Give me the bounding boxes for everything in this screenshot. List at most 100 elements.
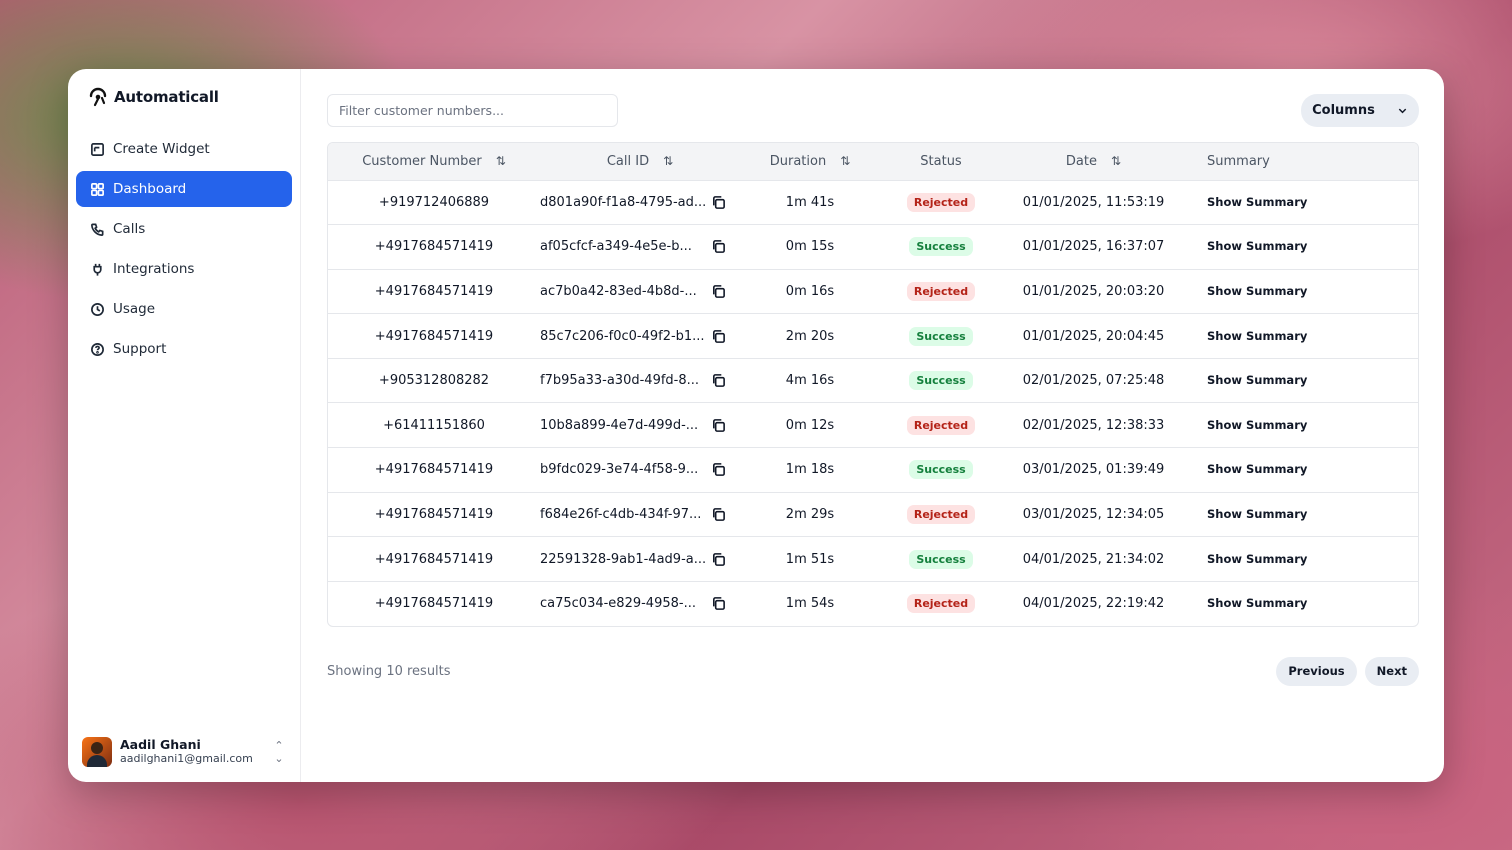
call-id-text: d801a90f-f1a8-4795-ad... [540,194,707,210]
previous-button[interactable]: Previous [1276,656,1357,686]
dashboard-grid-icon [91,182,104,196]
header-call-id[interactable]: Call ID ⇅ [540,143,740,180]
table-row: +919712406889 d801a90f-f1a8-4795-ad... 1m … [328,180,1418,225]
duration-cell: 1m 54s [785,596,835,612]
status-cell: Success [880,358,1002,403]
summary-cell: Show Summary [1185,225,1418,270]
customer-number-cell: +4917684571419 [374,506,494,522]
date-cell: 04/01/2025, 21:34:02 [1022,551,1165,567]
duration-cell: 0m 12s [785,417,835,433]
header-duration[interactable]: Duration ⇅ [740,143,880,180]
date-cell: 02/01/2025, 12:38:33 [1022,417,1165,433]
table-row: +4917684571419 85c7c206-f0c0-49f2-b1... 2m… [328,313,1418,359]
call-id-cell: d801a90f-f1a8-4795-ad... [540,180,740,225]
header-customer-number[interactable]: Customer Number ⇅ [328,143,540,180]
table-row: +905312808282 f7b95a33-a30d-49fd-8... 4m 1… [328,358,1418,403]
plug-icon [93,263,102,276]
table-header-row: Customer Number ⇅ Call ID ⇅ Duration ⇅ Stat… [328,143,1418,180]
widget-icon [91,142,104,156]
sort-icon[interactable]: ⇅ [663,154,673,168]
status-cell: Success [880,225,1002,270]
status-badge: Rejected [906,192,976,212]
call-id-cell: f7b95a33-a30d-49fd-8... [540,358,740,403]
status-cell: Rejected [880,581,1002,626]
summary-cell: Show Summary [1185,269,1418,314]
columns-button[interactable]: Columns [1301,94,1419,127]
copy-icon[interactable] [711,462,726,477]
customer-number-cell: +4917684571419 [374,551,494,567]
status-badge: Success [909,326,973,346]
table-row: +4917684571419 22591328-9ab1-4ad9-a... 1m … [328,536,1418,582]
show-summary-link[interactable]: Show Summary [1207,329,1307,343]
sidebar-item-support[interactable]: Support [76,331,292,367]
call-id-cell: af05cfcf-a349-4e5e-b... [540,225,740,270]
avatar [82,737,112,767]
status-cell: Success [880,537,1002,582]
call-id-cell: 22591328-9ab1-4ad9-a... [540,537,740,582]
table-row: +4917684571419 b9fdc029-3e74-4f58-9... 1m … [328,447,1418,493]
status-badge: Success [909,371,973,391]
show-summary-link[interactable]: Show Summary [1207,507,1307,521]
sort-icon[interactable]: ⇅ [840,154,850,168]
user-menu[interactable]: Aadil Ghani aadilghani1@gmail.com ⌃ ⌄ [82,736,286,768]
columns-button-label: Columns [1312,103,1375,118]
header-label: Customer Number [362,153,482,169]
show-summary-link[interactable]: Show Summary [1207,418,1307,432]
sidebar-item-usage[interactable]: Usage [76,291,292,327]
status-badge: Success [909,460,973,480]
sidebar: Automaticall Create Widget Dashboard Cal… [68,69,301,782]
summary-cell: Show Summary [1185,403,1418,448]
copy-icon[interactable] [711,596,726,611]
copy-icon[interactable] [711,552,726,567]
duration-cell: 0m 15s [785,239,835,255]
duration-cell: 1m 41s [785,194,835,210]
calls-table-container: Customer Number ⇅ Call ID ⇅ Duration ⇅ Stat… [327,142,1419,627]
customer-number-cell: +4917684571419 [374,596,494,612]
sidebar-item-label: Support [113,341,167,357]
status-cell: Success [880,448,1002,493]
duration-cell: 1m 18s [785,462,835,478]
sidebar-item-dashboard[interactable]: Dashboard [76,171,292,207]
copy-icon[interactable] [711,195,726,210]
show-summary-link[interactable]: Show Summary [1207,284,1307,298]
date-cell: 03/01/2025, 12:34:05 [1022,506,1165,522]
sort-icon[interactable]: ⇅ [496,154,506,168]
customer-number-cell: +4917684571419 [374,283,494,299]
sidebar-item-calls[interactable]: Calls [76,211,292,247]
filter-customer-numbers-input[interactable] [327,94,618,127]
automaticall-logo-icon [89,87,107,107]
show-summary-link[interactable]: Show Summary [1207,552,1307,566]
copy-icon[interactable] [711,373,726,388]
show-summary-link[interactable]: Show Summary [1207,462,1307,476]
header-date[interactable]: Date ⇅ [1002,143,1185,180]
status-cell: Rejected [880,269,1002,314]
sidebar-item-create-widget[interactable]: Create Widget [76,131,292,167]
result-count: Showing 10 results [327,663,451,679]
show-summary-link[interactable]: Show Summary [1207,239,1307,253]
table-row: +4917684571419 f684e26f-c4db-434f-97... 2m… [328,492,1418,537]
copy-icon[interactable] [711,418,726,433]
show-summary-link[interactable]: Show Summary [1207,596,1307,610]
call-id-cell: 10b8a899-4e7d-499d-... [540,403,740,448]
show-summary-link[interactable]: Show Summary [1207,373,1307,387]
show-summary-link[interactable]: Show Summary [1207,195,1307,209]
copy-icon[interactable] [711,239,726,254]
brand[interactable]: Automaticall [76,69,292,125]
summary-cell: Show Summary [1185,448,1418,493]
call-id-cell: 85c7c206-f0c0-49f2-b1... [540,314,740,359]
copy-icon[interactable] [711,507,726,522]
date-cell: 03/01/2025, 01:39:49 [1022,462,1165,478]
copy-icon[interactable] [711,329,726,344]
next-button[interactable]: Next [1364,656,1419,686]
header-summary: Summary [1185,143,1418,180]
header-label: Call ID [606,153,650,169]
call-id-text: ac7b0a42-83ed-4b8d-... [540,283,697,299]
user-name: Aadil Ghani [120,737,201,753]
copy-icon[interactable] [711,284,726,299]
sort-icon[interactable]: ⇅ [1111,154,1121,168]
chevron-up-down-icon[interactable]: ⌃ ⌄ [272,739,286,765]
app-window: Automaticall Create Widget Dashboard Cal… [68,69,1444,782]
call-id-cell: ca75c034-e829-4958-... [540,581,740,626]
sidebar-item-integrations[interactable]: Integrations [76,251,292,287]
status-cell: Rejected [880,180,1002,225]
